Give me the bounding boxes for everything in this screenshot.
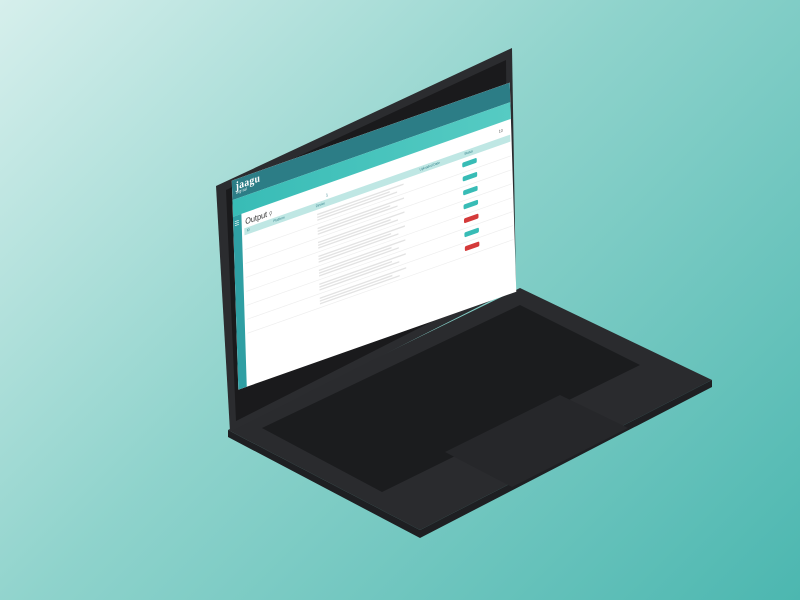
approve-button[interactable] (463, 185, 478, 196)
list-icon[interactable]: ☰ (234, 219, 239, 228)
scene: jaagu digital MDF June 2019 ▾ 1 2 3 4 5 S… (0, 0, 800, 600)
search-icon[interactable]: ⚲ (269, 210, 273, 218)
fail-button[interactable] (463, 213, 479, 224)
approve-button[interactable] (464, 227, 480, 238)
approve-button[interactable] (463, 199, 479, 210)
rows-value[interactable]: 10 (496, 127, 506, 136)
approve-button[interactable] (462, 157, 477, 168)
fail-button[interactable] (464, 241, 480, 252)
approve-button[interactable] (462, 171, 478, 182)
